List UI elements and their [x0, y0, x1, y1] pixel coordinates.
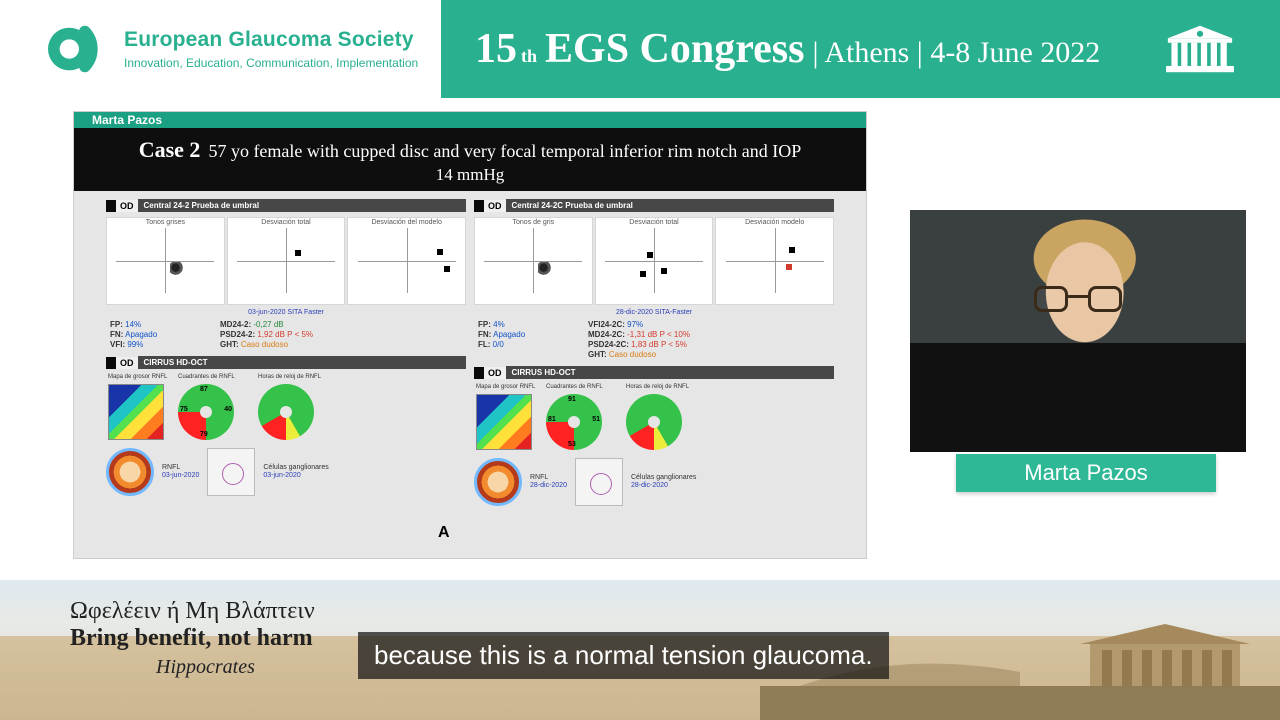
- eye-tag: OD: [106, 200, 138, 212]
- congress-title: 15th EGS Congress | Athens | 4-8 June 20…: [475, 25, 1100, 73]
- congress-sub: | Athens | 4-8 June 2022: [812, 36, 1100, 70]
- header-right: 15th EGS Congress | Athens | 4-8 June 20…: [441, 0, 1280, 98]
- quote-source: Hippocrates: [156, 656, 315, 679]
- exam-column-left: OD Central 24-2 Prueba de umbral Tonos g…: [106, 199, 466, 552]
- congress-num: 15: [475, 25, 517, 73]
- vf-date: 03-jun-2020 SITA Faster: [106, 309, 466, 316]
- rnfl-quadrant-pie: 87 40 79 75: [178, 384, 234, 440]
- vf-grayscale: Tonos grises: [106, 217, 225, 305]
- exam-column-right: OD Central 24-2C Prueba de umbral Tonos …: [474, 199, 834, 552]
- footer-band: Ωφελέειν ή Μη Βλάπτειν Bring benefit, no…: [0, 580, 1280, 720]
- oct-col-label: Horas de reloj de RNFL: [626, 384, 706, 390]
- quote-greek: Ωφελέειν ή Μη Βλάπτειν: [70, 598, 315, 625]
- org-name: European Glaucoma Society: [124, 28, 418, 52]
- rnfl-thickness-map: [476, 394, 532, 450]
- eye-tag: OD: [106, 357, 138, 369]
- oct-panel-head-left: OD CIRRUS HD-OCT: [106, 356, 466, 370]
- vf-panel-title: Central 24-2C Prueba de umbral: [506, 199, 835, 212]
- disc-row: RNFL28-dic-2020 Células ganglionares28-d…: [474, 458, 834, 506]
- speaker-nameplate: Marta Pazos: [956, 454, 1216, 492]
- rnfl-clockhour-pie: [258, 384, 314, 440]
- case-iop: 14 mmHg: [86, 164, 854, 185]
- vf-date: 28-dic-2020 SITA-Faster: [474, 309, 834, 316]
- oct-grid: Mapa de grosor RNFL Cuadrantes de RNFL H…: [108, 374, 466, 440]
- vf-label: Desviación total: [596, 219, 713, 226]
- congress-name: EGS Congress: [545, 25, 804, 73]
- case-id: Case 2: [139, 137, 201, 162]
- glasses-icon: [1034, 286, 1122, 312]
- disc-photo: [474, 458, 522, 506]
- vf-total-deviation: Desviación total: [227, 217, 346, 305]
- speaker-video: [910, 210, 1246, 452]
- oct-col-label: Cuadrantes de RNFL: [178, 374, 248, 380]
- vf-label: Desviación modelo: [716, 219, 833, 226]
- vf-stats: FP: 14% FN: Apagado VFI: 99% MD24-2: -0,…: [110, 320, 464, 350]
- case-description: 57 yo female with cupped disc and very f…: [208, 141, 801, 161]
- vf-panel-head-right: OD Central 24-2C Prueba de umbral: [474, 199, 834, 213]
- rnfl-clockhour-pie: [626, 394, 682, 450]
- oct-panel-title: CIRRUS HD-OCT: [506, 366, 835, 379]
- speaker-portrait: [910, 210, 1246, 452]
- vf-panel-head-left: OD Central 24-2 Prueba de umbral: [106, 199, 466, 213]
- panel-tag-a: A: [438, 524, 450, 542]
- disc-row: RNFL03-jun-2020 Células ganglionares03-j…: [106, 448, 466, 496]
- disc-photo: [106, 448, 154, 496]
- header-left: European Glaucoma Society Innovation, Ed…: [0, 0, 441, 98]
- congress-ord: th: [521, 46, 537, 67]
- rnfl-quadrant-pie: 91 51 53 81: [546, 394, 602, 450]
- eye-tag: OD: [474, 367, 506, 379]
- slide-title: Case 2 57 yo female with cupped disc and…: [74, 128, 866, 191]
- gcl-map: [575, 458, 623, 506]
- oct-panel-head-right: OD CIRRUS HD-OCT: [474, 366, 834, 380]
- vf-label: Desviación total: [228, 219, 345, 226]
- vf-panel-title: Central 24-2 Prueba de umbral: [138, 199, 467, 212]
- slide-body: OD Central 24-2 Prueba de umbral Tonos g…: [74, 191, 866, 558]
- egs-logo: European Glaucoma Society Innovation, Ed…: [48, 18, 418, 80]
- vf-stats: FP: 4% FN: Apagado FL: 0/0 VFI24-2C: 97%…: [478, 320, 832, 360]
- gcl-map: [207, 448, 255, 496]
- vf-label: Tonos grises: [107, 219, 224, 226]
- eye-tag: OD: [474, 200, 506, 212]
- quote-block: Ωφελέειν ή Μη Βλάπτειν Bring benefit, no…: [70, 598, 315, 679]
- org-tagline: Innovation, Education, Communication, Im…: [124, 56, 418, 70]
- vf-pattern-deviation: Desviación del modelo: [347, 217, 466, 305]
- vf-pattern-deviation: Desviación modelo: [715, 217, 834, 305]
- vf-total-deviation: Desviación total: [595, 217, 714, 305]
- parthenon-icon: [1164, 24, 1236, 74]
- header: European Glaucoma Society Innovation, Ed…: [0, 0, 1280, 98]
- vf-grayscale: Tonos de gris: [474, 217, 593, 305]
- oct-col-label: Cuadrantes de RNFL: [546, 384, 616, 390]
- oct-col-label: Mapa de grosor RNFL: [476, 384, 536, 390]
- subtitle-caption: because this is a normal tension glaucom…: [358, 632, 889, 679]
- oct-grid: Mapa de grosor RNFL Cuadrantes de RNFL H…: [476, 384, 834, 450]
- vf-label: Tonos de gris: [475, 219, 592, 226]
- quote-english: Bring benefit, not harm: [70, 625, 315, 652]
- slide-author-bar: Marta Pazos: [74, 112, 866, 128]
- main-area: Marta Pazos Case 2 57 yo female with cup…: [0, 98, 1280, 580]
- oct-col-label: Horas de reloj de RNFL: [258, 374, 338, 380]
- vf-label: Desviación del modelo: [348, 219, 465, 226]
- oct-panel-title: CIRRUS HD-OCT: [138, 356, 467, 369]
- egs-logo-icon: [48, 18, 110, 80]
- rnfl-thickness-map: [108, 384, 164, 440]
- presentation-slide: Marta Pazos Case 2 57 yo female with cup…: [74, 112, 866, 558]
- oct-col-label: Mapa de grosor RNFL: [108, 374, 168, 380]
